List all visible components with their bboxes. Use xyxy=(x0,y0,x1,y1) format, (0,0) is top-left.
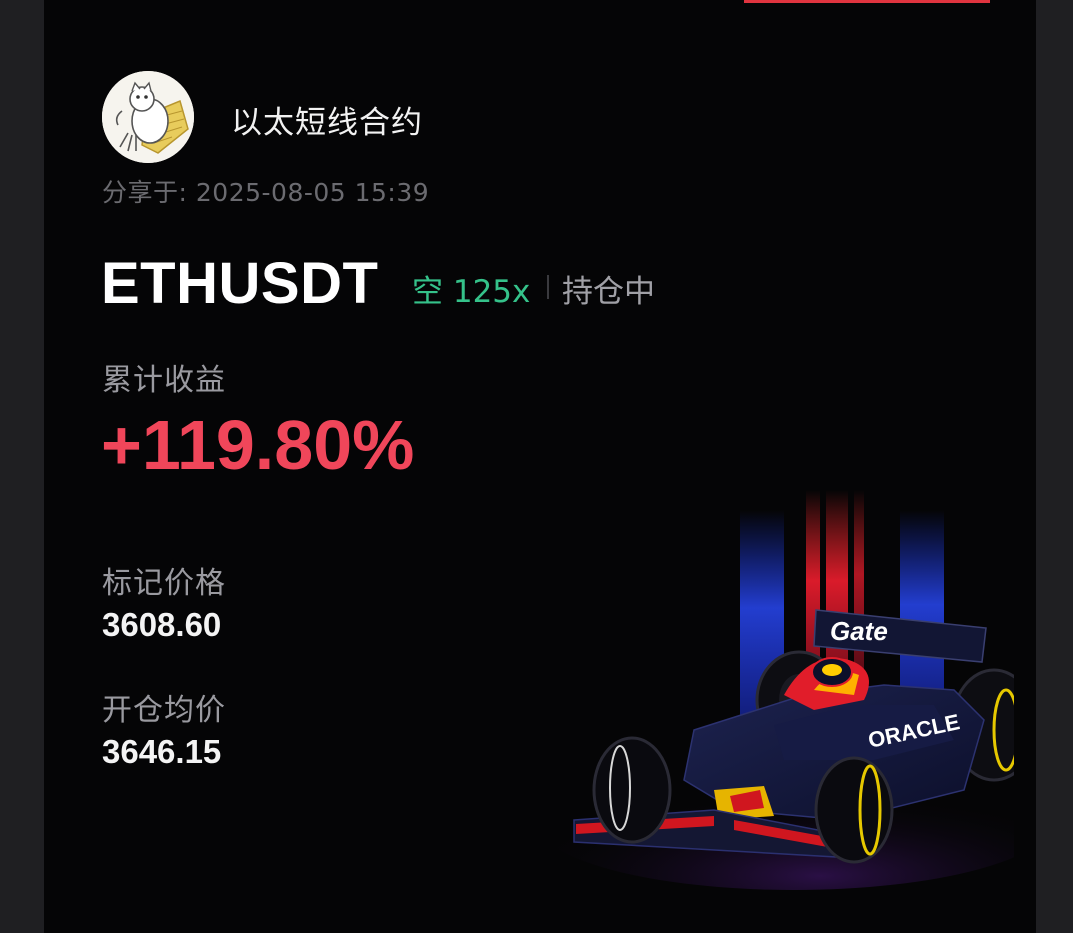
direction-leverage-badge: 空 125x xyxy=(412,274,531,310)
top-accent-bar xyxy=(744,0,990,3)
share-datetime: 2025-08-05 15:39 xyxy=(195,178,430,207)
left-margin xyxy=(0,0,44,933)
share-time-row: 分享于: 2025-08-05 15:39 xyxy=(102,173,429,209)
f1-car-illustration: Gate ORACLE xyxy=(534,490,1014,890)
share-label: 分享于: xyxy=(102,178,188,207)
mark-price-value: 3608.60 xyxy=(102,606,222,643)
share-card: 以太短线合约 分享于: 2025-08-05 15:39 ETHUSDT 空 1… xyxy=(44,0,1036,933)
cat-avatar-icon xyxy=(102,71,194,163)
entry-price-value: 3646.15 xyxy=(102,733,222,770)
wing-sponsor-text: Gate xyxy=(830,616,888,646)
username[interactable]: 以太短线合约 xyxy=(231,97,423,142)
right-margin xyxy=(1036,0,1073,933)
pnl-label: 累计收益 xyxy=(102,363,226,398)
trading-pair: ETHUSDT xyxy=(101,251,379,316)
avatar[interactable] xyxy=(102,71,194,163)
position-status: 持仓中 xyxy=(562,274,655,310)
entry-price-label: 开仓均价 xyxy=(102,693,226,728)
pnl-value: +119.80% xyxy=(101,406,415,484)
mark-price-label: 标记价格 xyxy=(102,566,226,601)
divider xyxy=(547,275,549,299)
